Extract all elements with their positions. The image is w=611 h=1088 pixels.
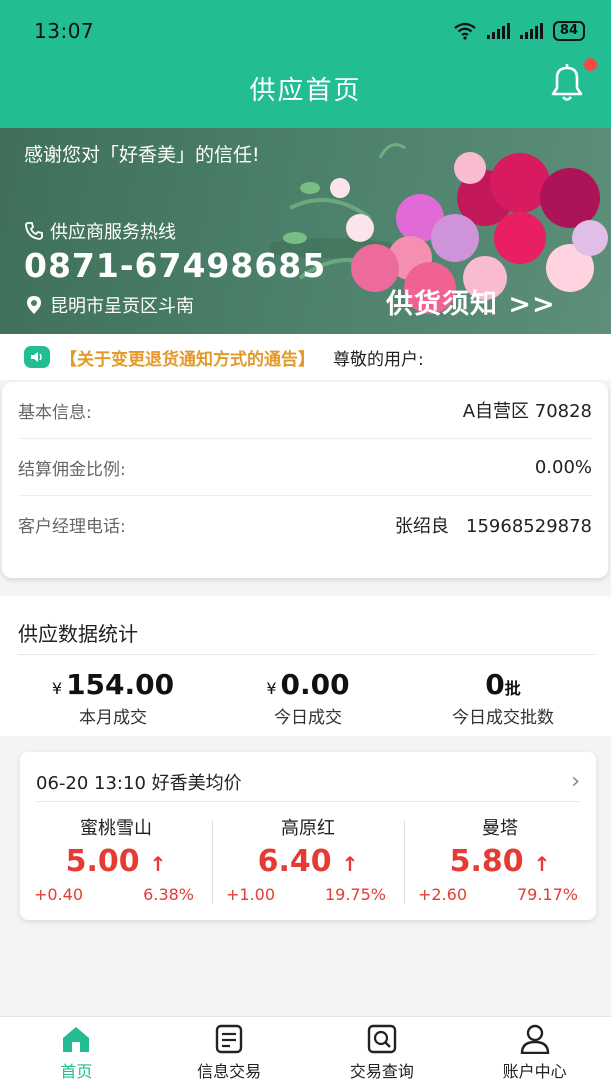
top-header: 13:07 84 供应首页 xyxy=(0,0,611,128)
hotline-text: 供应商服务热线 xyxy=(50,222,176,243)
variety-price: 6.40 xyxy=(257,844,332,879)
notification-badge xyxy=(584,58,597,71)
supply-notice-link[interactable]: 供货须知 >> xyxy=(386,282,556,321)
variety-name: 曼塔 xyxy=(482,818,518,839)
price-percent: 6.38% xyxy=(143,885,194,904)
bell-icon[interactable] xyxy=(545,60,589,104)
stat-label: 本月成交 xyxy=(79,708,147,728)
announcement-title[interactable]: 【关于变更退货通知方式的通告】 xyxy=(60,345,315,370)
info-label: 客户经理电话: xyxy=(18,517,126,537)
hotline-phone[interactable]: 0871-67498685 xyxy=(24,246,326,285)
info-row-commission: 结算佣金比例: 0.00% xyxy=(18,439,592,496)
stat-value: 0.00 xyxy=(280,668,350,701)
info-label: 结算佣金比例: xyxy=(18,459,126,480)
supply-stats-section: 供应数据统计 ¥154.00 本月成交 ¥0.00 今日成交 0批 今日成交批数 xyxy=(0,596,611,736)
status-time: 13:07 xyxy=(34,19,95,43)
nav-home[interactable]: 首页 xyxy=(0,1017,153,1088)
info-row-manager: 客户经理电话: 张绍良 15968529878 xyxy=(18,496,592,553)
location-pin-icon xyxy=(27,296,41,314)
phone-icon xyxy=(25,222,43,240)
price-change: +1.00 xyxy=(226,885,276,904)
hero-banner[interactable]: 感谢您对「好香美」的信任! 供应商服务热线 0871-67498685 昆明市呈… xyxy=(0,128,611,334)
price-item[interactable]: 蜜桃雪山 5.00 ↑ +0.40 6.38% xyxy=(20,810,212,910)
info-value: 0.00% xyxy=(534,456,592,478)
stat-label: 今日成交批数 xyxy=(452,708,554,728)
user-icon xyxy=(520,1024,549,1054)
stat-label: 今日成交 xyxy=(274,708,342,728)
info-value: A自营区 70828 xyxy=(462,401,592,422)
speaker-icon xyxy=(24,346,50,368)
currency-symbol: ¥ xyxy=(51,679,63,698)
price-item[interactable]: 高原红 6.40 ↑ +1.00 19.75% xyxy=(212,810,404,910)
status-icons: 84 xyxy=(453,21,585,41)
stat-today-turnover: ¥0.00 今日成交 xyxy=(258,668,358,728)
nav-label: 信息交易 xyxy=(197,1061,262,1081)
arrow-up-icon: ↑ xyxy=(149,852,167,876)
nav-label: 交易查询 xyxy=(349,1061,414,1081)
document-icon xyxy=(215,1024,243,1053)
wifi-icon xyxy=(454,22,476,40)
nav-trade-query[interactable]: 交易查询 xyxy=(306,1017,459,1088)
price-percent: 79.17% xyxy=(516,885,578,904)
signal-icon-2 xyxy=(519,23,543,39)
arrow-up-icon: ↑ xyxy=(341,852,359,876)
average-price-card[interactable]: 06-20 13:10 好香美均价 › 蜜桃雪山 5.00 ↑ +0.40 6.38… xyxy=(20,752,596,920)
manager-phone[interactable]: 张绍良 15968529878 xyxy=(395,512,592,538)
arrow-up-icon: ↑ xyxy=(533,852,551,876)
page-title: 供应首页 xyxy=(249,76,362,106)
price-card-title: 06-20 13:10 好香美均价 xyxy=(36,772,242,794)
battery-icon: 84 xyxy=(552,21,585,41)
variety-price: 5.00 xyxy=(65,844,140,879)
info-label: 基本信息: xyxy=(18,402,92,423)
stat-today-batches: 0批 今日成交批数 xyxy=(438,668,568,728)
price-card-header[interactable]: 06-20 13:10 好香美均价 › xyxy=(36,762,580,802)
status-bar: 13:07 84 xyxy=(34,16,585,46)
nav-info-trade[interactable]: 信息交易 xyxy=(153,1017,306,1088)
supplier-info-card: 基本信息: A自营区 70828 结算佣金比例: 0.00% 客户经理电话: 张… xyxy=(2,382,608,578)
nav-label: 账户中心 xyxy=(502,1061,567,1081)
price-percent: 19.75% xyxy=(324,885,386,904)
variety-name: 蜜桃雪山 xyxy=(80,818,152,839)
variety-price: 5.80 xyxy=(449,844,524,879)
address-text: 昆明市呈贡区斗南 xyxy=(50,296,194,317)
nav-label: 首页 xyxy=(60,1061,93,1081)
price-item[interactable]: 曼塔 5.80 ↑ +2.60 79.17% xyxy=(404,810,596,910)
search-doc-icon xyxy=(367,1024,397,1053)
announcement-text: 尊敬的用户: xyxy=(333,349,424,370)
chevron-right-icon[interactable]: › xyxy=(571,769,580,794)
home-icon xyxy=(63,1026,90,1052)
signal-icon xyxy=(486,23,510,39)
currency-symbol: ¥ xyxy=(266,679,277,698)
banner-thanks-text: 感谢您对「好香美」的信任! xyxy=(24,144,260,166)
bottom-nav: 首页 信息交易 交易查询 账户中心 xyxy=(0,1016,611,1088)
stat-value: 0 xyxy=(485,668,505,701)
stat-unit: 批 xyxy=(504,679,521,698)
announcement-bar[interactable]: 【关于变更退货通知方式的通告】 尊敬的用户: xyxy=(0,334,611,380)
stat-month-turnover: ¥154.00 本月成交 xyxy=(48,668,178,728)
hotline-label: 供应商服务热线 xyxy=(24,218,176,244)
variety-name: 高原红 xyxy=(281,818,335,839)
stat-value: 154.00 xyxy=(66,668,175,701)
stats-title: 供应数据统计 xyxy=(18,622,138,646)
price-change: +0.40 xyxy=(34,885,84,904)
info-row-basic: 基本信息: A自营区 70828 xyxy=(18,382,592,439)
divider xyxy=(18,654,595,655)
price-list: 蜜桃雪山 5.00 ↑ +0.40 6.38% 高原红 6.40 ↑ +1.00 19.… xyxy=(20,810,596,910)
nav-account[interactable]: 账户中心 xyxy=(458,1017,611,1088)
address-row: 昆明市呈贡区斗南 xyxy=(26,292,194,318)
price-change: +2.60 xyxy=(418,885,468,904)
